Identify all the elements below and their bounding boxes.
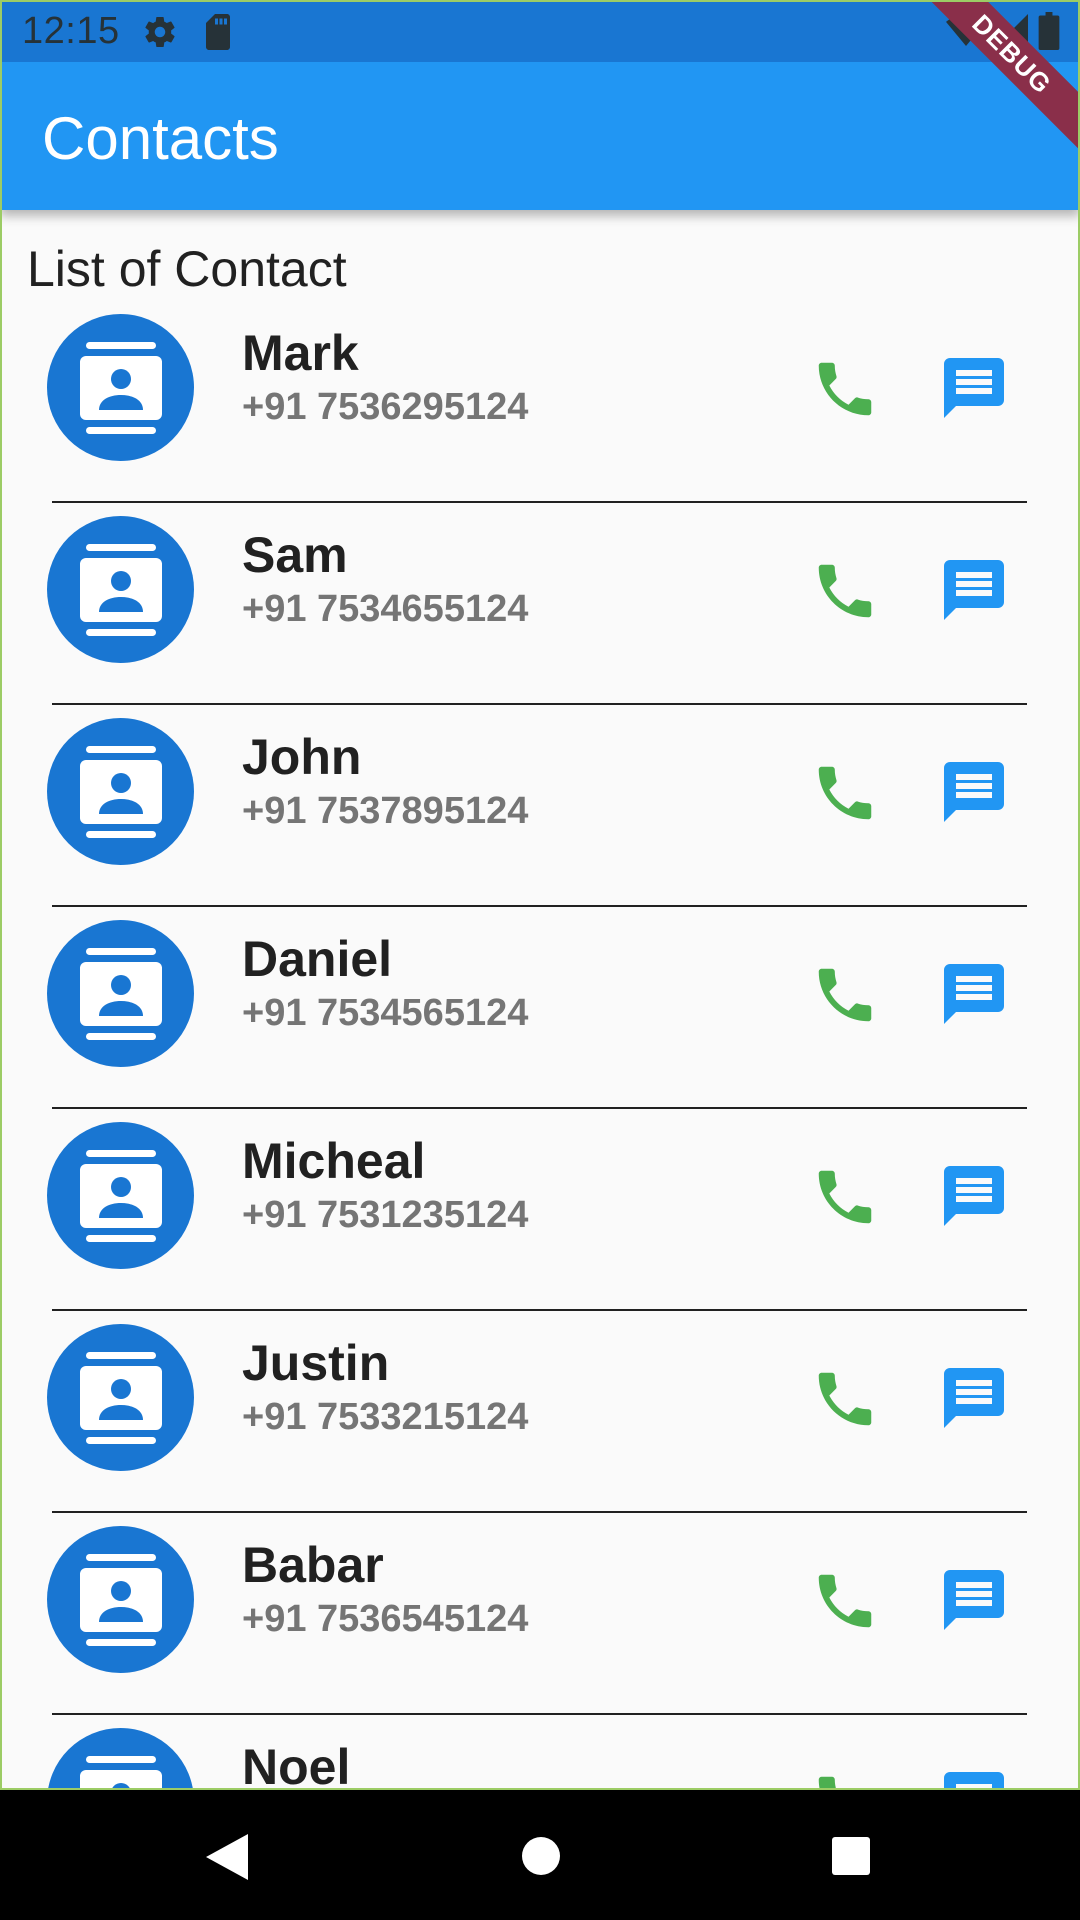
- back-icon[interactable]: [206, 1834, 248, 1885]
- app-bar: Contacts: [0, 62, 1080, 210]
- row-divider: [52, 905, 1027, 907]
- contact-card-icon: [80, 1150, 162, 1242]
- status-bar: 12:15: [0, 0, 1080, 62]
- row-divider: [52, 501, 1027, 503]
- contact-phone: +91 7534655124: [242, 588, 529, 630]
- row-divider: [52, 1713, 1027, 1715]
- contact-name: Daniel: [242, 931, 393, 987]
- call-icon[interactable]: [810, 960, 880, 1030]
- contact-phone: +91 7537895124: [242, 790, 529, 832]
- home-icon[interactable]: [521, 1836, 561, 1881]
- contact-card-icon: [80, 746, 162, 838]
- contact-name: Mark: [242, 325, 359, 381]
- call-icon[interactable]: [810, 1768, 880, 1790]
- row-divider: [52, 1511, 1027, 1513]
- contact-name: Babar: [242, 1537, 384, 1593]
- message-icon[interactable]: [938, 1766, 1010, 1790]
- call-icon[interactable]: [810, 758, 880, 828]
- contact-row-5[interactable]: Justin +91 7533215124: [0, 1316, 1080, 1518]
- call-icon[interactable]: [810, 556, 880, 626]
- contact-phone: +91 7531235124: [242, 1194, 529, 1236]
- contact-card-icon: [80, 948, 162, 1040]
- recents-icon[interactable]: [832, 1837, 870, 1880]
- call-icon[interactable]: [810, 354, 880, 424]
- app-title: Contacts: [42, 105, 279, 172]
- settings-icon: [142, 14, 178, 55]
- battery-icon: [1038, 12, 1060, 55]
- contact-phone: +91 7533215124: [242, 1396, 529, 1438]
- contact-row-2[interactable]: John +91 7537895124: [0, 710, 1080, 912]
- message-icon[interactable]: [938, 1564, 1010, 1636]
- contact-avatar: [47, 1526, 194, 1673]
- contact-avatar: [47, 314, 194, 461]
- contact-name: Noel: [242, 1739, 351, 1790]
- contact-card-icon: [80, 1352, 162, 1444]
- contact-name: John: [242, 729, 362, 785]
- contact-name: Sam: [242, 527, 348, 583]
- contact-avatar: [47, 1122, 194, 1269]
- sd-card-icon: [202, 14, 234, 55]
- contact-phone: +91 7536295124: [242, 386, 529, 428]
- contact-row-4[interactable]: Micheal +91 7531235124: [0, 1114, 1080, 1316]
- message-icon[interactable]: [938, 756, 1010, 828]
- row-divider: [52, 703, 1027, 705]
- row-divider: [52, 1309, 1027, 1311]
- contact-row-6[interactable]: Babar +91 7536545124: [0, 1518, 1080, 1720]
- contact-avatar: [47, 1324, 194, 1471]
- app-screen: 12:15 Contacts DEBUG List of Contact Mar…: [0, 0, 1080, 1920]
- contact-name: Justin: [242, 1335, 390, 1391]
- contact-avatar: [47, 718, 194, 865]
- contact-row-0[interactable]: Mark +91 7536295124: [0, 306, 1080, 508]
- content-area: List of Contact Mark +91 7536295124 Sam …: [0, 210, 1080, 1790]
- contact-row-3[interactable]: Daniel +91 7534565124: [0, 912, 1080, 1114]
- message-icon[interactable]: [938, 958, 1010, 1030]
- call-icon[interactable]: [810, 1162, 880, 1232]
- contact-list: Mark +91 7536295124 Sam +91 7534655124 J…: [0, 306, 1080, 1790]
- message-icon[interactable]: [938, 554, 1010, 626]
- contact-phone: +91 7536545124: [242, 1598, 529, 1640]
- call-icon[interactable]: [810, 1566, 880, 1636]
- contact-avatar: [47, 1728, 194, 1790]
- contact-row-1[interactable]: Sam +91 7534655124: [0, 508, 1080, 710]
- row-divider: [52, 1107, 1027, 1109]
- contact-phone: +91 7534565124: [242, 992, 529, 1034]
- message-icon[interactable]: [938, 352, 1010, 424]
- message-icon[interactable]: [938, 1160, 1010, 1232]
- contact-avatar: [47, 516, 194, 663]
- message-icon[interactable]: [938, 1362, 1010, 1434]
- section-title: List of Contact: [27, 241, 347, 297]
- call-icon[interactable]: [810, 1364, 880, 1434]
- contact-card-icon: [80, 544, 162, 636]
- status-time: 12:15: [22, 10, 120, 52]
- contact-card-icon: [80, 1554, 162, 1646]
- contact-card-icon: [80, 1756, 162, 1790]
- contact-avatar: [47, 920, 194, 1067]
- navigation-bar: [0, 1790, 1080, 1920]
- contact-card-icon: [80, 342, 162, 434]
- contact-row-7[interactable]: Noel: [0, 1720, 1080, 1790]
- contact-name: Micheal: [242, 1133, 426, 1189]
